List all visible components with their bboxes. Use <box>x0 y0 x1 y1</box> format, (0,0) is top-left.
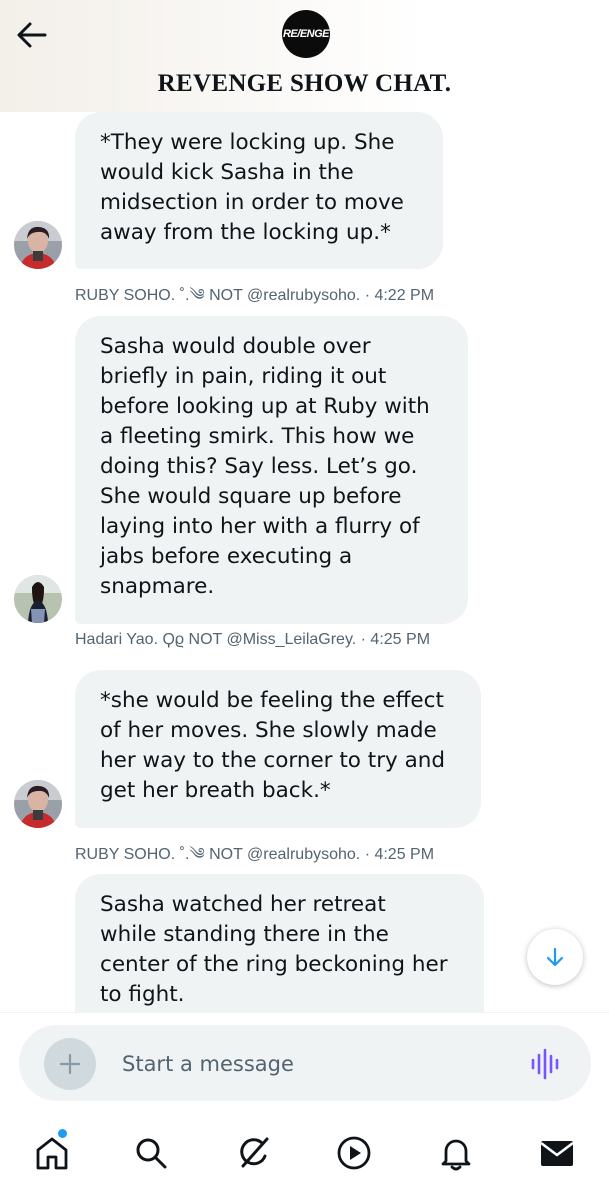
add-media-button[interactable] <box>44 1038 96 1090</box>
avatar[interactable] <box>14 780 62 828</box>
play-icon <box>337 1136 371 1170</box>
chat-title[interactable]: REVENGE SHOW CHAT. <box>0 70 609 98</box>
sender-name[interactable]: RUBY SOHO. ˚.༄ NOT @realrubysoho. <box>75 287 360 304</box>
tab-video[interactable] <box>332 1131 376 1175</box>
bottom-tab-bar <box>0 1116 609 1200</box>
grok-icon <box>240 1137 269 1168</box>
search-icon <box>136 1138 167 1169</box>
tab-grok[interactable] <box>232 1131 276 1175</box>
bell-icon <box>441 1139 471 1171</box>
chat-header: RE/ENGE REVENGE SHOW CHAT. <box>0 0 609 112</box>
message-time: · 4:25 PM <box>360 631 431 648</box>
message-meta: Hadari Yao. Ϙϱ NOT @Miss_LeilaGrey. · 4:… <box>75 631 430 649</box>
group-logo: RE/ENGE <box>282 28 330 40</box>
message-bubble[interactable]: Sasha watched her retreat while standing… <box>75 874 484 1012</box>
avatar[interactable] <box>14 575 62 623</box>
message-list[interactable]: *They were locking up. She would kick Sa… <box>0 112 609 1012</box>
tab-home[interactable] <box>30 1131 74 1175</box>
group-avatar[interactable]: RE/ENGE <box>282 10 330 58</box>
voice-wave-icon <box>531 1048 559 1080</box>
arrow-down-icon <box>546 947 564 967</box>
voice-message-button[interactable] <box>528 1046 564 1082</box>
message-bubble[interactable]: *she would be feeling the effect of her … <box>75 670 481 828</box>
tab-search[interactable] <box>129 1131 173 1175</box>
scroll-to-bottom-button[interactable] <box>527 929 583 985</box>
mail-icon <box>540 1141 574 1166</box>
tab-notifications[interactable] <box>434 1131 478 1175</box>
message-time: · 4:22 PM <box>364 287 435 304</box>
message-bubble[interactable]: *They were locking up. She would kick Sa… <box>75 112 443 269</box>
arrow-left-icon <box>17 22 47 48</box>
plus-icon <box>59 1053 81 1075</box>
message-bubble[interactable]: Sasha would double over briefly in pain,… <box>75 316 468 624</box>
back-button[interactable] <box>14 18 50 52</box>
home-notification-dot <box>58 1129 67 1138</box>
message-time: · 4:25 PM <box>364 846 435 863</box>
sender-name[interactable]: RUBY SOHO. ˚.༄ NOT @realrubysoho. <box>75 846 360 863</box>
message-input[interactable] <box>122 1044 502 1084</box>
tab-messages[interactable] <box>535 1131 579 1175</box>
sender-name[interactable]: Hadari Yao. Ϙϱ NOT @Miss_LeilaGrey. <box>75 631 356 648</box>
avatar[interactable] <box>14 221 62 269</box>
home-icon <box>36 1137 68 1170</box>
